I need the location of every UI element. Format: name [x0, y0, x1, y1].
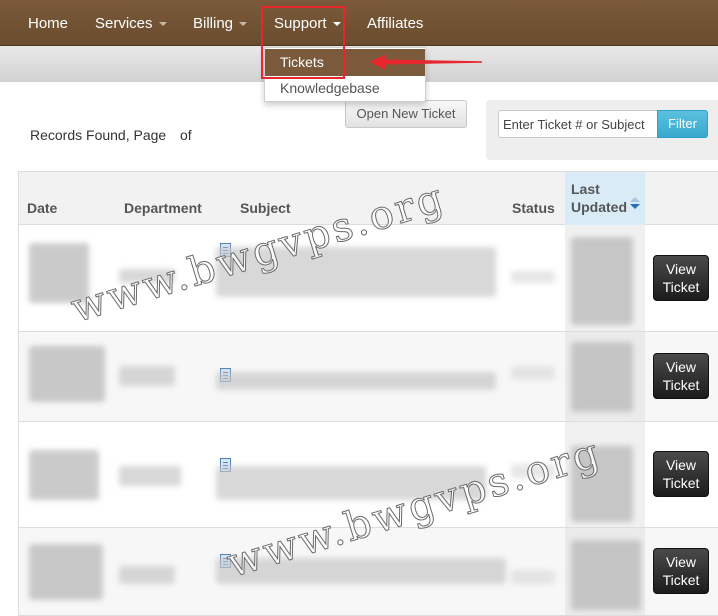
view-ticket-button[interactable]: View Ticket [653, 353, 709, 399]
view-ticket-button[interactable]: View Ticket [653, 451, 709, 497]
redacted-subject [216, 247, 496, 297]
table-row[interactable]: View Ticket [19, 422, 718, 528]
redacted-date [29, 243, 89, 303]
chevron-down-icon [158, 22, 167, 27]
redacted-subject [216, 372, 496, 390]
redacted-department [119, 269, 175, 283]
nav-billing[interactable]: Billing [193, 0, 248, 46]
nav-support[interactable]: Support [274, 0, 341, 46]
tickets-table: Date Department Subject Status Last Upda… [18, 171, 718, 616]
redacted-status [511, 464, 555, 478]
table-row[interactable]: View Ticket [19, 225, 718, 332]
redacted-department [119, 466, 181, 486]
redacted-last-updated [571, 540, 641, 610]
view-ticket-button[interactable]: View Ticket [653, 255, 709, 301]
chevron-down-icon [332, 22, 341, 27]
support-dropdown-menu: Tickets Knowledgebase [264, 47, 426, 102]
redacted-department [119, 366, 175, 386]
nav-affiliates[interactable]: Affiliates [367, 0, 423, 46]
sort-descending-icon[interactable] [630, 197, 640, 211]
nav-home[interactable]: Home [28, 0, 68, 46]
redacted-last-updated [571, 237, 633, 325]
redacted-date [29, 450, 99, 500]
header-date[interactable]: Date [27, 200, 57, 216]
redacted-subject [216, 466, 486, 500]
redacted-status [511, 366, 555, 380]
redacted-status [511, 570, 555, 584]
open-new-ticket-button[interactable]: Open New Ticket [345, 100, 467, 128]
redacted-date [29, 346, 105, 402]
redacted-last-updated [571, 342, 633, 412]
menu-item-knowledgebase[interactable]: Knowledgebase [265, 75, 425, 102]
ticket-search-input[interactable] [498, 110, 658, 138]
records-found-text: Records Found, Page of [30, 127, 192, 143]
redacted-subject [216, 558, 506, 584]
redacted-date [29, 544, 103, 600]
nav-services[interactable]: Services [95, 0, 167, 46]
header-status[interactable]: Status [512, 200, 555, 216]
redacted-department [119, 566, 175, 584]
redacted-status [511, 271, 555, 283]
table-header: Date Department Subject Status Last Upda… [19, 172, 718, 225]
table-row[interactable]: View Ticket [19, 332, 718, 422]
top-navigation-bar: Home Services Billing Support Affiliates [0, 0, 718, 46]
table-row[interactable]: View Ticket [19, 528, 718, 615]
header-department[interactable]: Department [124, 200, 202, 216]
view-ticket-button[interactable]: View Ticket [653, 548, 709, 594]
header-subject[interactable]: Subject [240, 200, 291, 216]
filter-button[interactable]: Filter [657, 110, 708, 138]
redacted-last-updated [571, 446, 633, 522]
menu-item-tickets[interactable]: Tickets [265, 49, 425, 76]
chevron-down-icon [239, 22, 248, 27]
